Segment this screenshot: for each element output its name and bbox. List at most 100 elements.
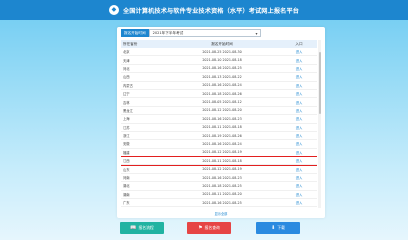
table-body: 北京 2021-08-25 2021-08-30 进入 天津 2021-08-10 20…: [121, 48, 317, 208]
time-cell: 2021-08-05 2021-08-12: [202, 100, 242, 105]
province-cell: 辽宁: [123, 92, 130, 97]
col-time: 报名开始时间: [211, 41, 233, 46]
province-cell: 湖北: [123, 184, 130, 189]
time-cell: 2021-08-16 2021-08-23: [202, 175, 242, 180]
time-cell: 2021-08-16 2021-08-25: [202, 200, 242, 205]
time-cell: 2021-08-13 2021-08-22: [202, 74, 242, 79]
table-row: 河北 2021-08-16 2021-08-25 进入: [121, 65, 317, 74]
download-label: 下载: [277, 225, 285, 230]
enter-link[interactable]: 进入: [281, 74, 317, 79]
enter-link[interactable]: 进入: [281, 116, 317, 121]
province-cell: 北京: [123, 50, 130, 55]
time-cell: 2021-08-18 2021-08-26: [202, 91, 242, 96]
province-cell: 河北: [123, 66, 130, 71]
enter-link[interactable]: 进入: [281, 108, 317, 113]
table-row: 福建 2021-08-12 2021-08-19 进入: [121, 149, 317, 158]
time-cell: 2021-08-25 2021-08-30: [202, 49, 242, 54]
registration-process-label: 报名流程: [138, 225, 154, 230]
table-row-highlighted: 江西 2021-08-11 2021-08-18 进入: [121, 156, 317, 166]
enter-link[interactable]: 进入: [281, 175, 317, 180]
enter-link[interactable]: 进入: [281, 141, 317, 146]
filter-label: 报名开始时间: [121, 29, 149, 37]
table-row: 内蒙古 2021-08-16 2021-08-24 进入: [121, 82, 317, 90]
province-cell: 浙江: [123, 134, 130, 139]
enter-link[interactable]: 进入: [281, 158, 317, 163]
province-cell: 河南: [123, 176, 130, 181]
table-row: 山东 2021-08-12 2021-08-19 进入: [121, 165, 317, 174]
province-cell: 江苏: [123, 125, 130, 130]
top-header: ◆ 全国计算机技术与软件专业技术资格（水平）考试网上报名平台: [0, 0, 408, 20]
time-cell: 2021-08-18 2021-08-25: [202, 183, 242, 188]
scrollbar-thumb[interactable]: [318, 52, 321, 114]
province-cell: 上海: [123, 117, 130, 122]
time-cell: 2021-08-16 2021-08-25: [202, 66, 242, 71]
col-entry: 入口: [295, 41, 303, 46]
province-cell: 福建: [123, 150, 130, 155]
time-cell: 2021-08-16 2021-08-24: [202, 141, 242, 146]
col-province: 所在省份: [123, 41, 138, 46]
province-cell: 黑龙江: [123, 108, 133, 113]
enter-link[interactable]: 进入: [281, 133, 317, 138]
table-row: 河南 2021-08-16 2021-08-23 进入: [121, 174, 317, 183]
enter-link[interactable]: 进入: [281, 192, 317, 197]
time-cell: 2021-08-16 2021-08-24: [202, 83, 242, 88]
table-row: 北京 2021-08-25 2021-08-30 进入: [121, 48, 317, 57]
table-row: 江苏 2021-08-11 2021-08-18 进入: [121, 124, 317, 132]
time-cell: 2021-08-11 2021-08-18: [202, 158, 242, 163]
province-cell: 山东: [123, 167, 130, 172]
time-cell: 2021-08-10 2021-08-18: [202, 58, 242, 63]
time-cell: 2021-08-11 2021-08-18: [202, 125, 242, 130]
enter-link[interactable]: 进入: [281, 91, 317, 96]
table-row: 湖南 2021-08-11 2021-08-20 进入: [121, 191, 317, 200]
province-cell: 湖南: [123, 192, 130, 197]
download-icon: ⬇: [271, 224, 276, 231]
exam-filter: 报名开始时间 2021年下半年考试 ▾: [121, 29, 321, 37]
table-row: 吉林 2021-08-05 2021-08-12 进入: [121, 98, 317, 107]
registration-query-label: 报名查询: [204, 225, 220, 230]
bottom-actions: 📖 报名流程 ⚑ 报名查询 ⬇ 下载: [0, 222, 408, 240]
enter-link[interactable]: 进入: [281, 200, 317, 205]
table-row: 山西 2021-08-13 2021-08-22 进入: [121, 73, 317, 82]
province-cell: 天津: [123, 58, 130, 63]
enter-link[interactable]: 进入: [281, 150, 317, 155]
province-cell: 广东: [123, 201, 130, 206]
exam-session-value: 2021年下半年考试: [152, 31, 184, 35]
enter-link[interactable]: 进入: [281, 83, 317, 88]
province-cell: 江西: [123, 159, 130, 164]
enter-link[interactable]: 进入: [281, 167, 317, 172]
table-scrollbar[interactable]: [318, 40, 321, 208]
table-row: 湖北 2021-08-18 2021-08-25 进入: [121, 182, 317, 191]
table-row: 安徽 2021-08-16 2021-08-24 进入: [121, 140, 317, 149]
table-row: 广东 2021-08-16 2021-08-25 进入: [121, 199, 317, 208]
province-cell: 吉林: [123, 100, 130, 105]
page-title: 全国计算机技术与软件专业技术资格（水平）考试网上报名平台: [122, 7, 300, 15]
exam-session-select[interactable]: 2021年下半年考试 ▾: [148, 29, 261, 37]
download-button[interactable]: ⬇ 下载: [256, 222, 300, 234]
enter-link[interactable]: 进入: [281, 183, 317, 188]
enter-link[interactable]: 进入: [281, 125, 317, 130]
registration-panel: 报名开始时间 2021年下半年考试 ▾ 所在省份 报名开始时间 入口 北京 202…: [117, 27, 325, 218]
enter-link[interactable]: 进入: [281, 66, 317, 71]
time-cell: 2021-08-16 2021-08-23: [202, 116, 242, 121]
time-cell: 2021-08-12 2021-08-19: [202, 167, 242, 172]
enter-link[interactable]: 进入: [281, 100, 317, 105]
registration-query-button[interactable]: ⚑ 报名查询: [187, 222, 231, 234]
table-header: 所在省份 报名开始时间 入口: [121, 40, 317, 48]
registration-process-button[interactable]: 📖 报名流程: [120, 222, 164, 234]
book-icon: 📖: [130, 224, 137, 231]
table-row: 广西2021-08-12 2021-08-20进入: [121, 207, 317, 208]
chevron-down-icon: ▾: [255, 31, 258, 36]
time-cell: 2021-08-19 2021-08-26: [202, 133, 242, 138]
table-row: 浙江 2021-08-19 2021-08-26 进入: [121, 132, 317, 141]
registration-table: 所在省份 报名开始时间 入口 北京 2021-08-25 2021-08-30 进入…: [121, 40, 317, 208]
enter-link[interactable]: 进入: [281, 49, 317, 54]
time-cell: 2021-08-12 2021-08-19: [202, 150, 242, 155]
province-cell: 山西: [123, 75, 130, 80]
show-all-link[interactable]: 显示全部: [117, 211, 325, 216]
enter-link[interactable]: 进入: [281, 58, 317, 63]
time-cell: 2021-08-11 2021-08-20: [202, 192, 242, 197]
table-row: 上海 2021-08-16 2021-08-23 进入: [121, 115, 317, 124]
time-cell: 2021-08-12 2021-08-20: [202, 108, 242, 113]
table-row: 黑龙江 2021-08-12 2021-08-20 进入: [121, 107, 317, 116]
flag-icon: ⚑: [198, 224, 203, 231]
